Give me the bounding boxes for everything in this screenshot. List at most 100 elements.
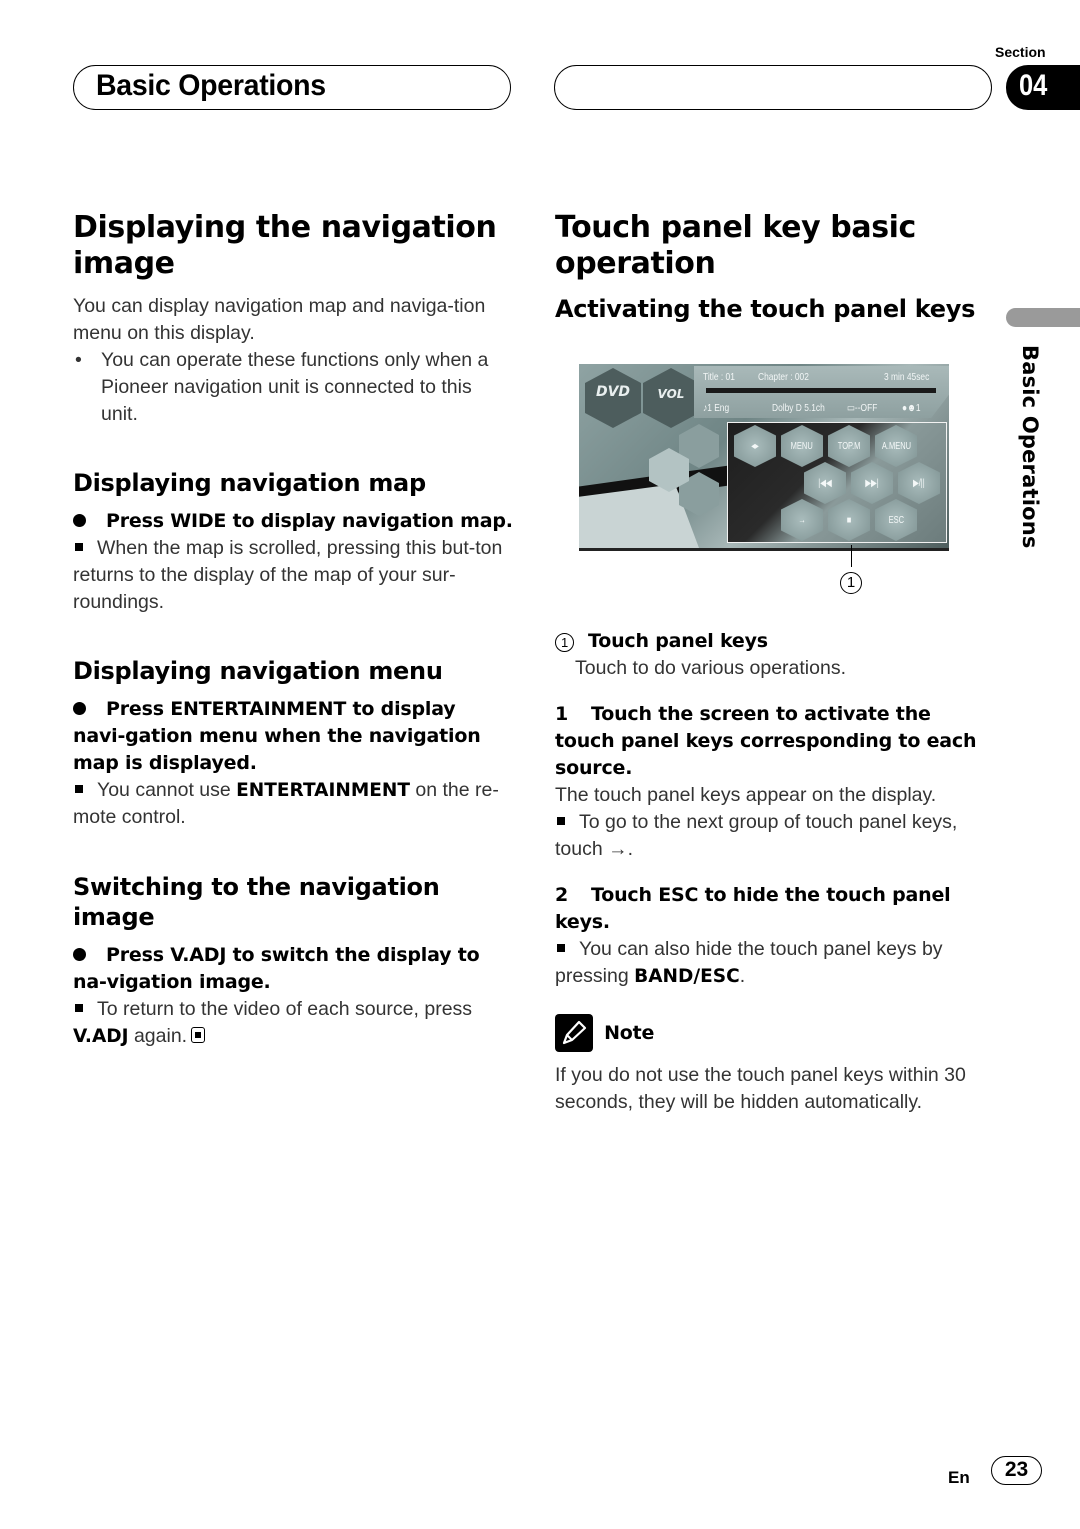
menu-step-text: Press ENTERTAINMENT to display navi-gati… <box>73 698 481 774</box>
key-label: ▶▶| <box>865 477 879 489</box>
note-square-icon <box>75 543 83 552</box>
menu-note-key: ENTERTAINMENT <box>236 780 410 801</box>
note-text: If you do not use the touch panel keys w… <box>555 1064 966 1113</box>
key-label: |◀◀ <box>818 477 832 489</box>
heading-switch-navigation-image: Switching to the navigation image <box>73 873 440 931</box>
touch-key-esc[interactable]: ESC <box>875 499 917 541</box>
map-note: When the map is scrolled, pressing this … <box>73 535 513 616</box>
touch-key-audio-menu[interactable]: A.MENU <box>875 425 917 467</box>
header-empty-pill <box>554 65 992 110</box>
section-label: Section <box>995 44 1046 60</box>
progress-track <box>706 388 936 393</box>
legend-item: 1 Touch panel keys <box>555 628 995 655</box>
touch-key-stop[interactable]: ■ <box>828 499 870 541</box>
step-bullet-icon <box>73 947 86 961</box>
section-heading-touch-panel: Touch panel key basic operation <box>555 210 916 281</box>
map-note-text: When the map is scrolled, pressing this … <box>73 537 503 613</box>
menu-step: Press ENTERTAINMENT to display navi-gati… <box>73 696 513 777</box>
intro-bullet: • You can operate these functions only w… <box>73 347 513 428</box>
touch-panel-keys-group: ◂▸ MENU TOP.M A.MENU |◀◀ ▶▶| ▶/|| → ■ ES… <box>727 422 947 543</box>
step-2-number: 2 <box>555 884 569 906</box>
legend-number: 1 <box>555 633 574 652</box>
step-1-note: To go to the next group of touch panel k… <box>555 809 995 863</box>
step-1-note-text: To go to the next group of touch panel k… <box>555 811 958 860</box>
touch-key-menu[interactable]: MENU <box>781 425 823 467</box>
header-title-pill: Basic Operations <box>73 65 511 110</box>
key-label: ◂▸ <box>751 440 759 452</box>
step-2: 2 Touch ESC to hide the touch panel keys. <box>555 882 995 936</box>
section-heading-navigation-image: Displaying the navigation image <box>73 210 497 281</box>
note-square-icon <box>75 1004 83 1013</box>
intro-text: You can display navigation map and navig… <box>73 295 486 344</box>
callout-leader-line <box>851 545 852 567</box>
note-heading: Note <box>555 1014 995 1052</box>
note-square-icon <box>557 817 565 826</box>
note-title: Note <box>604 1021 655 1044</box>
heading-navigation-map: Displaying navigation map <box>73 469 426 497</box>
step-2-text: Touch ESC to hide the touch panel keys. <box>555 884 951 933</box>
dvd-logo-text: DVD <box>595 384 631 400</box>
playback-status-bar: Title : 01 Chapter : 002 3 min 45sec ♪1 … <box>694 366 949 418</box>
right-column-lower: 1 Touch panel keys Touch to do various op… <box>555 628 995 1116</box>
intro-bullet-text: You can operate these functions only whe… <box>101 349 489 425</box>
step-1-number: 1 <box>555 703 569 725</box>
key-label: TOP.M <box>837 440 861 452</box>
step-bullet-icon <box>73 701 86 715</box>
volume-logo-text: VOL <box>657 387 685 401</box>
bullet-dot: • <box>75 349 82 371</box>
switch-note-post: again. <box>128 1025 188 1047</box>
touch-key-next[interactable]: ▶▶| <box>851 462 893 504</box>
subtitle-info: ▭--OFF <box>847 402 878 414</box>
key-label: ESC <box>888 514 904 526</box>
side-tab-label: Basic Operations <box>1018 345 1042 549</box>
header-title: Basic Operations <box>96 69 326 102</box>
switch-note-key: V.ADJ <box>73 1026 129 1047</box>
touch-key-arrows[interactable]: ◂▸ <box>734 425 776 467</box>
key-label: → <box>798 514 806 526</box>
map-step-text: Press WIDE to display navigation map. <box>106 510 513 532</box>
callout-number: 1 <box>840 572 862 594</box>
pencil-note-icon <box>555 1014 593 1052</box>
touch-key-next-group[interactable]: → <box>781 499 823 541</box>
menu-note: You cannot use ENTERTAINMENT on the re-m… <box>73 777 513 831</box>
section-number: 04 <box>1019 69 1048 102</box>
dolby-info: Dolby D 5.1ch <box>772 402 825 414</box>
chapter-info: Chapter : 002 <box>758 371 809 383</box>
switch-note-pre: To return to the video of each source, p… <box>97 998 473 1020</box>
angle-info: ●☻1 <box>902 402 921 414</box>
step-bullet-icon <box>73 513 86 527</box>
heading-activating-keys: Activating the touch panel keys <box>555 295 976 323</box>
menu-note-pre: You cannot use <box>97 779 237 801</box>
switch-note: To return to the video of each source, p… <box>73 996 513 1050</box>
key-label: ▶/|| <box>913 477 925 489</box>
end-of-section-icon <box>191 1027 206 1043</box>
touch-panel-screenshot: DVD VOL Title : 01 Chapter : 002 3 min 4… <box>579 364 949 551</box>
page-number: 23 <box>991 1456 1042 1485</box>
step-2-note-post: . <box>739 965 746 987</box>
key-label: MENU <box>790 440 814 452</box>
step-1: 1 Touch the screen to activate the touch … <box>555 701 995 782</box>
callout-marker: 1 <box>840 572 862 594</box>
touch-key-play-pause[interactable]: ▶/|| <box>898 462 940 504</box>
step-1-text: Touch the screen to activate the touch p… <box>555 703 977 779</box>
step-2-note: You can also hide the touch panel keys b… <box>555 936 995 990</box>
legend-desc: Touch to do various operations. <box>575 657 847 679</box>
side-tab-marker <box>1006 308 1080 327</box>
touch-key-previous[interactable]: |◀◀ <box>804 462 846 504</box>
section-number-badge: 04 <box>1006 65 1080 110</box>
switch-step-text: Press V.ADJ to switch the display to na-… <box>73 944 480 993</box>
audio-info: ♪1 Eng <box>703 402 730 414</box>
step-2-note-key: BAND/ESC <box>634 966 740 987</box>
legend-title: Touch panel keys <box>588 630 768 652</box>
note-square-icon <box>557 944 565 953</box>
step-1-body: The touch panel keys appear on the displ… <box>555 784 937 806</box>
heading-navigation-menu: Displaying navigation menu <box>73 657 443 685</box>
switch-step: Press V.ADJ to switch the display to na-… <box>73 942 513 996</box>
note-square-icon <box>75 785 83 794</box>
touch-key-top-menu[interactable]: TOP.M <box>828 425 870 467</box>
language-label: En <box>948 1468 970 1487</box>
left-column: Displaying the navigation image You can … <box>73 210 513 1050</box>
map-step: Press WIDE to display navigation map. <box>73 508 513 535</box>
time-info: 3 min 45sec <box>884 371 930 383</box>
right-column: Touch panel key basic operation Activati… <box>555 210 995 324</box>
